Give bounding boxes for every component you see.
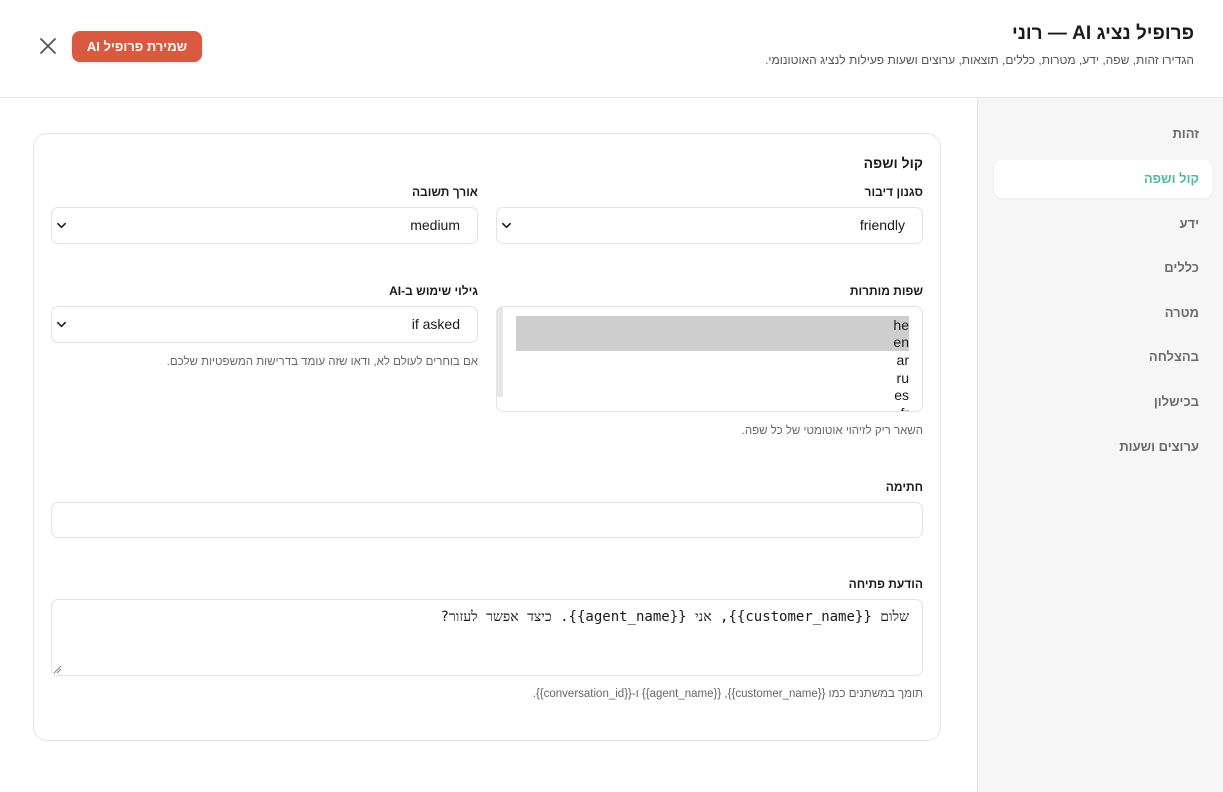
sidebar-item-goal[interactable]: מטרה <box>994 294 1212 332</box>
scrollbar[interactable] <box>497 307 503 397</box>
sidebar-item-voice-language[interactable]: קול ושפה <box>994 160 1212 198</box>
resize-handle-icon[interactable] <box>53 665 62 674</box>
greeting-label: הודעת פתיחה <box>848 577 923 591</box>
speech-style-value: friendly <box>859 217 905 233</box>
chevron-down-icon <box>502 222 511 229</box>
greeting-text: שלום {{customer_name}}, אני {{agent_name… <box>440 609 909 625</box>
language-option-ar[interactable]: ar <box>897 351 909 369</box>
sidebar-item-on-failure[interactable]: בכישלון <box>994 383 1212 421</box>
signature-label: חתימה <box>885 480 923 494</box>
greeting-help: תומך במשתנים כמו {{customer_name}}, {{ag… <box>532 688 923 700</box>
section-title: קול ושפה <box>863 155 923 171</box>
languages-help: השאר ריק לזיהוי אוטומטי של כל שפה. <box>741 425 923 437</box>
response-length-value: medium <box>410 217 460 233</box>
languages-label: שפות מותרות <box>849 284 923 298</box>
page-subtitle: הגדירו זהות, שפה, ידע, מטרות, כללים, תוצ… <box>765 53 1194 67</box>
selection-highlight <box>516 316 909 351</box>
main-content: קול ושפה סגנון דיבור friendly אורך תשובה… <box>0 98 977 792</box>
close-button[interactable] <box>36 34 60 58</box>
save-profile-button[interactable]: שמירת פרופיל AI <box>72 31 202 62</box>
sidebar-item-identity[interactable]: זהות <box>994 115 1212 153</box>
ai-disclosure-select[interactable]: if asked <box>51 306 478 343</box>
ai-disclosure-help: אם בוחרים לעולם לא, ודאו שזה עומד בדרישו… <box>166 356 478 368</box>
ai-disclosure-label: גילוי שימוש ב-AI <box>389 284 478 298</box>
sidebar-item-on-success[interactable]: בהצלחה <box>994 338 1212 376</box>
greeting-textarea[interactable]: שלום {{customer_name}}, אני {{agent_name… <box>51 599 923 676</box>
speech-style-select[interactable]: friendly <box>496 207 923 244</box>
ai-profile-modal: פרופיל נציג AI — רוני הגדירו זהות, שפה, … <box>0 0 1223 792</box>
speech-style-label: סגנון דיבור <box>864 185 923 199</box>
sidebar-item-channels-hours[interactable]: ערוצים ושעות <box>994 428 1212 466</box>
modal-header: פרופיל נציג AI — רוני הגדירו זהות, שפה, … <box>0 0 1223 98</box>
voice-language-card: קול ושפה סגנון דיבור friendly אורך תשובה… <box>33 133 941 741</box>
language-option-ru[interactable]: ru <box>897 369 909 387</box>
chevron-down-icon <box>57 222 66 229</box>
settings-sidebar: זהות קול ושפה ידע כללים מטרה בהצלחה בכיש… <box>977 98 1223 792</box>
close-icon <box>40 38 56 54</box>
signature-input[interactable] <box>51 502 923 538</box>
response-length-label: אורך תשובה <box>411 185 478 199</box>
language-option-en[interactable]: en <box>893 333 909 351</box>
languages-multiselect[interactable]: he en ar ru es fr <box>496 306 923 412</box>
sidebar-item-rules[interactable]: כללים <box>994 249 1212 287</box>
ai-disclosure-value: if asked <box>411 316 460 332</box>
language-option-fr[interactable]: fr <box>900 404 909 411</box>
response-length-select[interactable]: medium <box>51 207 478 244</box>
sidebar-item-knowledge[interactable]: ידע <box>994 205 1212 243</box>
chevron-down-icon <box>57 321 66 328</box>
language-option-he[interactable]: he <box>893 316 909 334</box>
language-option-es[interactable]: es <box>894 386 909 404</box>
page-title: פרופיל נציג AI — רוני <box>1012 23 1194 44</box>
